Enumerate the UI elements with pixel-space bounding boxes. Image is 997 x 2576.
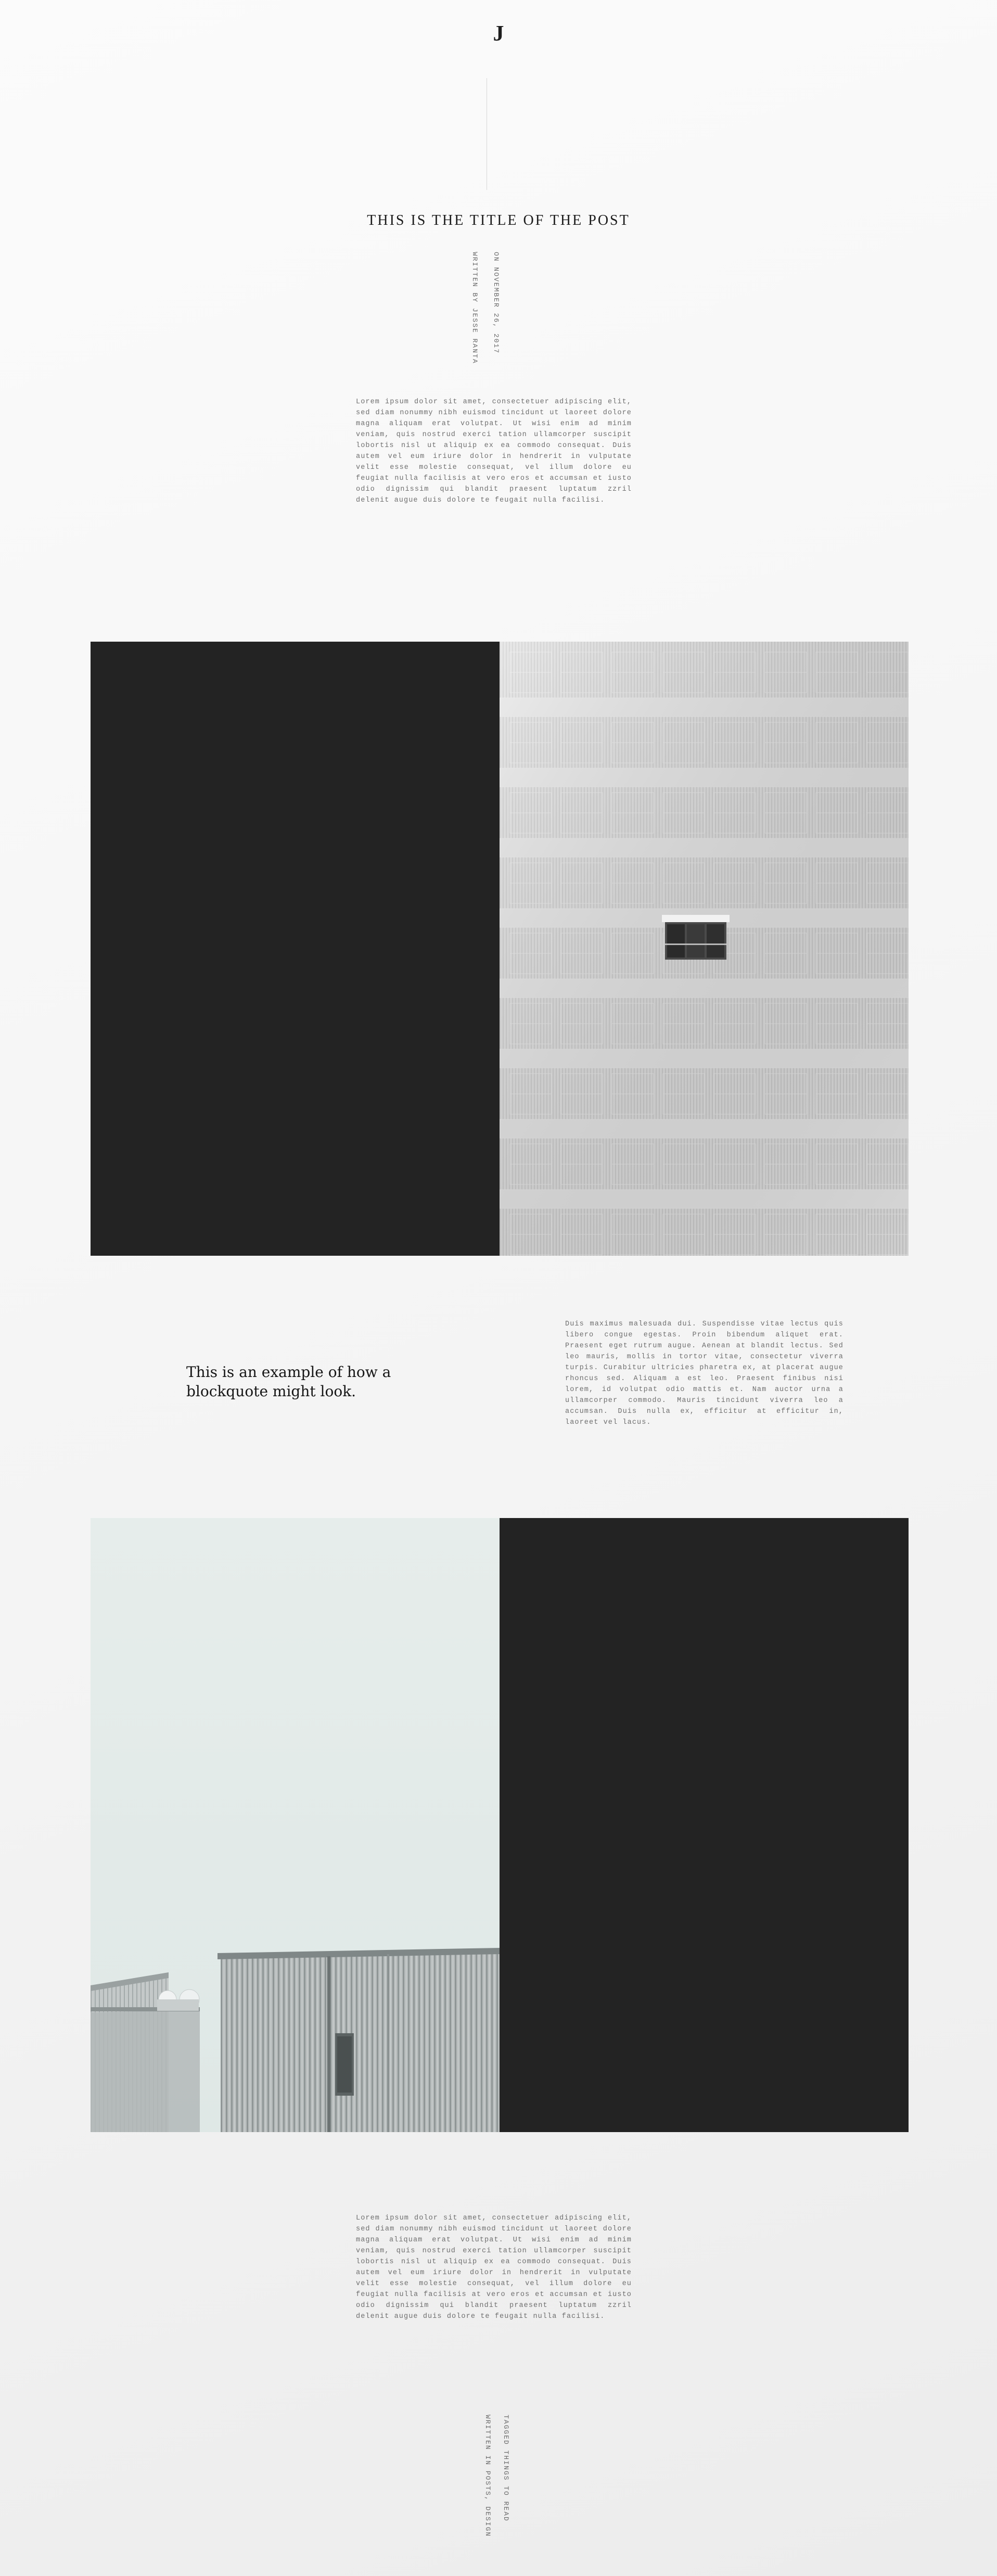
post-title: THIS IS THE TITLE OF THE POST — [367, 212, 630, 228]
image-section-2 — [91, 1518, 909, 2132]
blockquote: This is an example of how a blockquote m… — [186, 1363, 391, 1400]
post-categories[interactable]: WRITTEN IN POSTS, DESIGN — [484, 2415, 492, 2537]
post-byline: WRITTEN BY JESSE RANTA — [471, 252, 479, 364]
rooftop-structure-photo — [91, 1518, 500, 2132]
closing-paragraph: Lorem ipsum dolor sit amet, consectetuer… — [356, 2214, 632, 2320]
dark-panel-left — [91, 642, 500, 1256]
post-tags[interactable]: TAGGED THINGS TO READ — [502, 2415, 510, 2522]
post-date: ON NOVEMBER 26, 2017 — [492, 252, 500, 354]
post-intro-paragraph: Lorem ipsum dolor sit amet, consectetuer… — [356, 398, 632, 504]
building-facade-photo — [500, 642, 909, 1256]
image-section-1 — [91, 642, 909, 1256]
site-logo[interactable]: J — [0, 23, 997, 45]
dark-panel-right — [500, 1518, 909, 2132]
quote-side-paragraph: Duis maximus malesuada dui. Suspendisse … — [565, 1320, 843, 1426]
